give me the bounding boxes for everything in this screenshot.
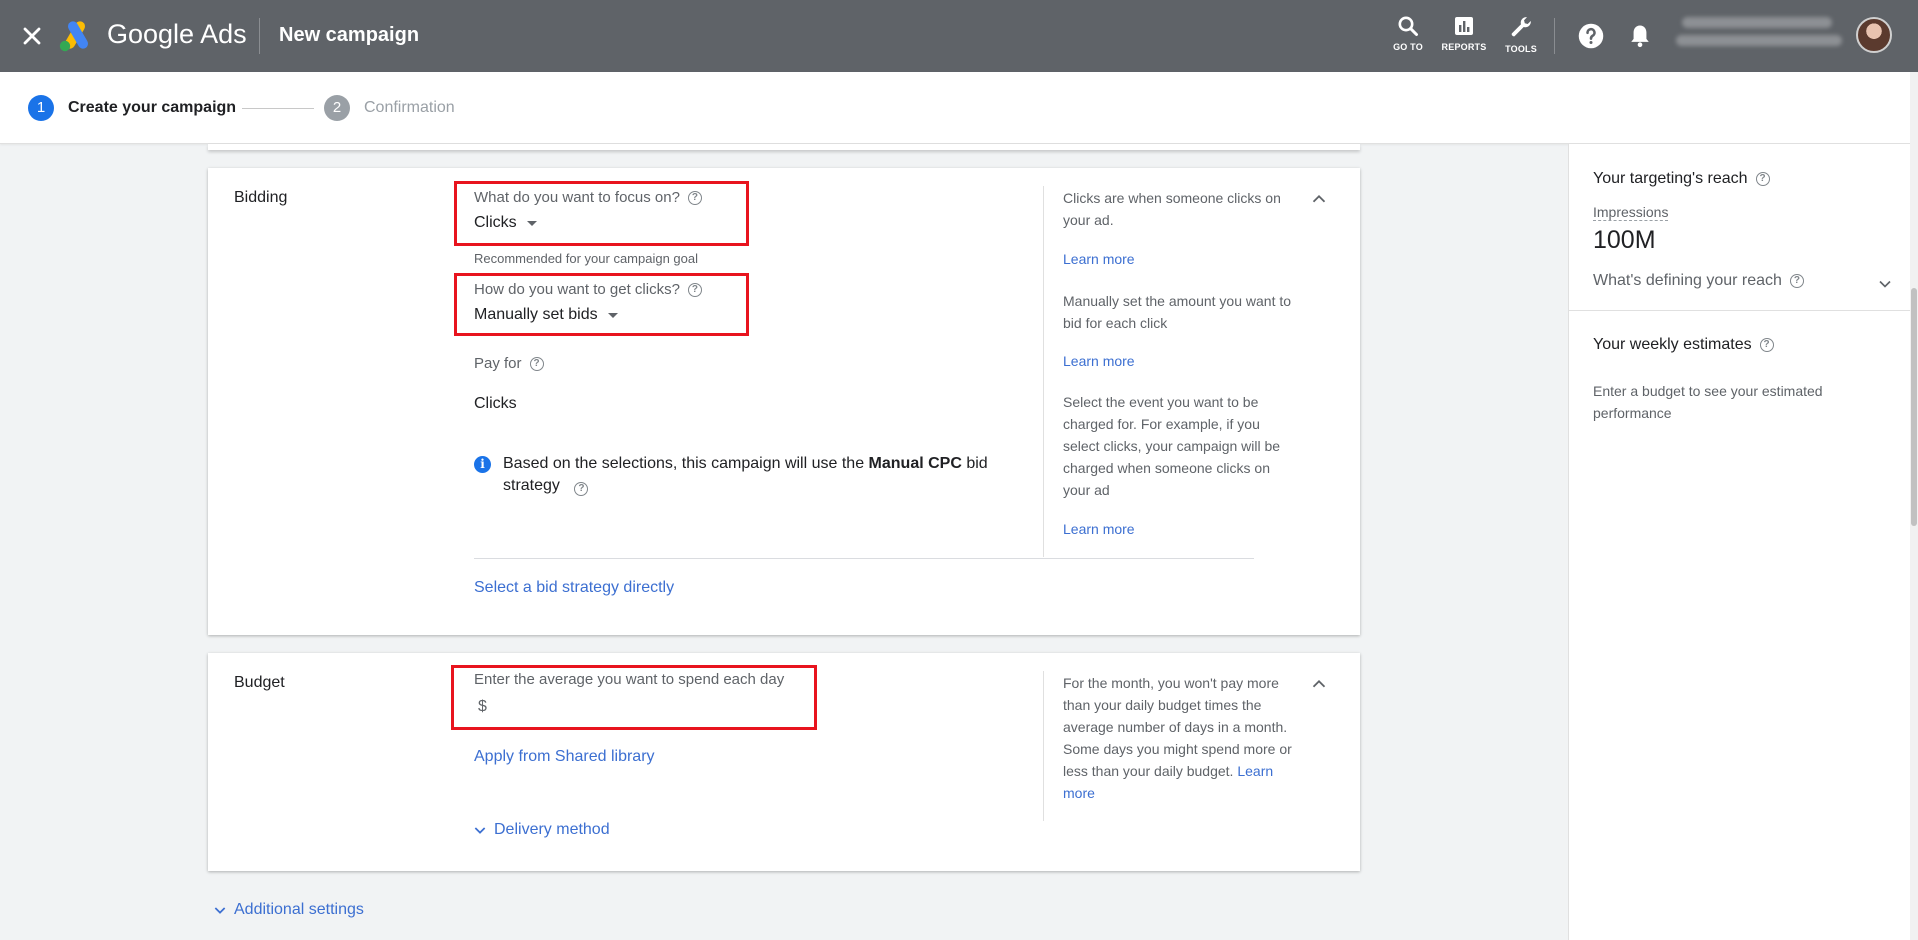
estimates-panel: Your targeting's reach ? Impressions 100… (1568, 144, 1911, 940)
chevron-up-icon[interactable] (1308, 188, 1330, 210)
page-title: New campaign (279, 24, 420, 46)
payfor-label-text: Pay for (474, 355, 522, 372)
notifications-bell-icon[interactable] (1626, 22, 1654, 50)
goto-button[interactable]: GO TO (1378, 14, 1438, 52)
goto-label: GO TO (1393, 42, 1423, 52)
additional-settings-label: Additional settings (234, 901, 364, 918)
chevron-down-icon (214, 907, 226, 914)
defining-reach-row[interactable]: What's defining your reach ? (1593, 272, 1804, 290)
previous-card-edge (208, 144, 1360, 150)
search-icon (1398, 16, 1418, 36)
payfor-label: Pay for ? (474, 355, 544, 372)
impressions-value: 100M (1593, 226, 1656, 254)
step-label: Confirmation (364, 99, 455, 116)
account-info[interactable] (1676, 17, 1844, 53)
highlight-focus-box (454, 181, 749, 246)
top-app-bar: Google Ads New campaign GO TO REPORTS TO… (0, 0, 1918, 72)
header-divider-right (1554, 18, 1555, 54)
help-circle-icon[interactable]: ? (1755, 172, 1770, 186)
weekly-title: Your weekly estimates ? (1593, 336, 1774, 354)
bidding-help-clicks: Clicks are when someone clicks on your a… (1063, 190, 1281, 228)
bidding-section-title: Bidding (234, 189, 288, 206)
apply-shared-library-link[interactable]: Apply from Shared library (474, 748, 655, 766)
panel-divider (1569, 310, 1911, 311)
step-create-campaign[interactable]: 1 Create your campaign (28, 95, 236, 121)
weekly-note: Enter a budget to see your estimated per… (1593, 383, 1823, 421)
bidding-horizontal-divider (474, 558, 1254, 559)
bid-strategy-info-text: Based on the selections, this campaign w… (503, 453, 1014, 497)
header-divider (259, 18, 260, 54)
learn-more-link[interactable]: Learn more (1063, 251, 1135, 267)
reports-button[interactable]: REPORTS (1434, 14, 1494, 52)
delivery-method-toggle[interactable]: Delivery method (472, 821, 610, 839)
budget-section-title: Budget (234, 674, 285, 691)
learn-more-link[interactable]: Learn more (1063, 521, 1135, 537)
wrench-icon (1511, 17, 1531, 37)
bid-strategy-info: i Based on the selections, this campaign… (474, 453, 1014, 497)
tools-button[interactable]: TOOLS (1491, 14, 1551, 54)
bidding-help-manual: Manually set the amount you want to bid … (1063, 293, 1292, 331)
info-text-pre: Based on the selections, this campaign w… (503, 455, 869, 472)
scrollbar[interactable] (1910, 72, 1918, 940)
campaign-stepper: 1 Create your campaign 2 Confirmation (0, 72, 1910, 144)
help-icon[interactable] (1577, 22, 1605, 50)
highlight-how-box (454, 273, 749, 336)
select-bid-strategy-link[interactable]: Select a bid strategy directly (474, 579, 674, 597)
chevron-down-icon[interactable] (1875, 274, 1895, 294)
info-icon: i (474, 456, 491, 473)
avatar[interactable] (1856, 17, 1892, 53)
bidding-vertical-divider (1043, 186, 1044, 557)
info-text-bold: Manual CPC (868, 455, 962, 472)
chevron-up-icon[interactable] (1308, 673, 1330, 695)
chevron-down-icon (474, 827, 486, 834)
budget-vertical-divider (1043, 671, 1044, 821)
step-number: 2 (324, 95, 350, 121)
step-connector (242, 108, 314, 109)
additional-settings-toggle[interactable]: Additional settings (212, 901, 364, 919)
account-id-redacted (1682, 17, 1832, 28)
payfor-value: Clicks (474, 395, 517, 412)
reach-title-text: Your targeting's reach (1593, 170, 1748, 187)
step-confirmation[interactable]: 2 Confirmation (324, 95, 455, 121)
help-circle-icon[interactable]: ? (1759, 338, 1774, 352)
bar-chart-icon (1455, 17, 1473, 35)
budget-help-text: For the month, you won't pay more than y… (1063, 672, 1295, 804)
brand-name: Google Ads (107, 19, 247, 49)
delivery-method-label: Delivery method (494, 821, 610, 838)
info-text-post: bid (961, 455, 988, 472)
scrollbar-thumb[interactable] (1911, 288, 1917, 526)
close-icon[interactable] (18, 22, 46, 50)
impressions-label: Impressions (1593, 204, 1669, 221)
weekly-title-text: Your weekly estimates (1593, 336, 1752, 353)
bidding-help-payfor: Select the event you want to be charged … (1063, 394, 1281, 498)
defining-reach-text: What's defining your reach (1593, 272, 1782, 289)
google-ads-logo-icon (59, 21, 88, 52)
info-text-line2: strategy (503, 477, 560, 494)
reach-title: Your targeting's reach ? (1593, 170, 1770, 188)
bidding-card: Bidding What do you want to focus on? ? … (208, 168, 1360, 635)
help-circle-icon[interactable]: ? (1789, 274, 1804, 288)
tools-label: TOOLS (1505, 44, 1537, 54)
reports-label: REPORTS (1441, 42, 1487, 52)
help-circle-icon[interactable]: ? (574, 482, 589, 496)
learn-more-link[interactable]: Learn more (1063, 353, 1135, 369)
focus-hint: Recommended for your campaign goal (474, 251, 699, 266)
highlight-budget-box (451, 665, 817, 730)
help-circle-icon[interactable]: ? (529, 356, 544, 371)
step-number: 1 (28, 95, 54, 121)
step-label: Create your campaign (68, 99, 237, 116)
account-email-redacted (1676, 35, 1842, 46)
